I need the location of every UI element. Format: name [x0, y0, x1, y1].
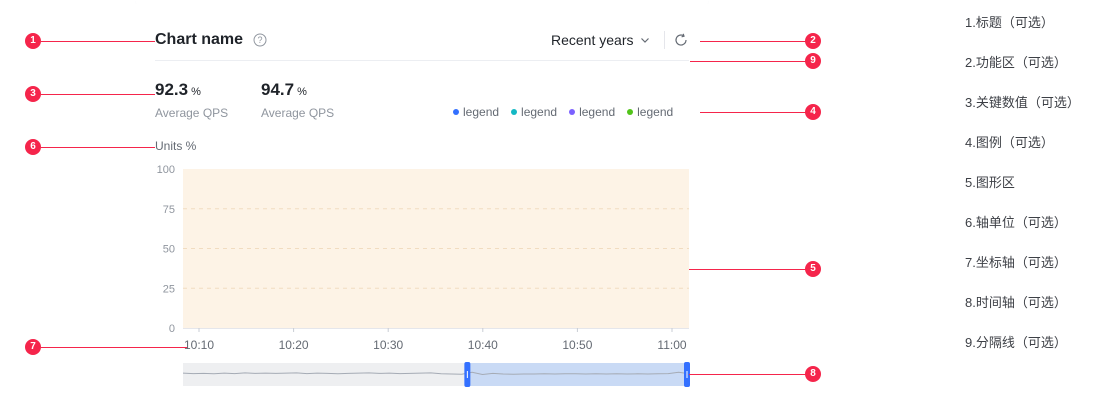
annotation-marker: 6: [25, 139, 41, 155]
annotation-leader-line: [700, 112, 806, 113]
annotation-marker: 5: [805, 261, 821, 277]
x-tick-label: 11:00: [657, 338, 686, 352]
note-item: 3.关键数值（可选）: [965, 95, 1080, 110]
x-tick-label: 10:40: [468, 338, 498, 352]
note-item: 7.坐标轴（可选）: [965, 255, 1067, 270]
annotation-marker: 1: [25, 33, 41, 49]
x-tick-label: 10:10: [184, 338, 214, 352]
annotation-marker: 8: [805, 366, 821, 382]
y-tick-label: 100: [157, 164, 175, 176]
y-tick-label: 50: [163, 244, 175, 256]
y-tick-label: 0: [169, 323, 175, 335]
annotation-marker: 7: [25, 339, 41, 355]
note-item: 2.功能区（可选）: [965, 55, 1067, 70]
annotation-leader-line: [700, 41, 806, 42]
annotation-notes: 1.标题（可选） 2.功能区（可选） 3.关键数值（可选） 4.图例（可选） 5…: [965, 14, 1080, 374]
x-tick-label: 10:30: [373, 338, 403, 352]
x-tick-label: 10:50: [562, 338, 592, 352]
x-tick-label: 10:20: [279, 338, 309, 352]
y-tick-label: 25: [163, 283, 175, 295]
annotation-leader-line: [41, 94, 155, 95]
annotation-marker: 2: [805, 33, 821, 49]
note-item: 8.时间轴（可选）: [965, 295, 1067, 310]
y-tick-label: 75: [163, 204, 175, 216]
annotation-marker: 9: [805, 53, 821, 69]
note-item: 6.轴单位（可选）: [965, 215, 1067, 230]
note-item: 5.图形区: [965, 175, 1015, 190]
annotation-leader-line: [41, 41, 155, 42]
note-item: 9.分隔线（可选）: [965, 335, 1067, 350]
annotation-leader-line: [689, 269, 806, 270]
annotation-leader-line: [689, 374, 806, 375]
annotation-leader-line: [690, 61, 806, 62]
annotation-leader-line: [41, 147, 155, 148]
timeline-selection: [466, 363, 689, 386]
note-item: 1.标题（可选）: [965, 15, 1054, 30]
chart-canvas: 100 75 50 25 0 10:10 10:20 10:30 10:40 10:50 11:00: [157, 164, 690, 387]
annotation-marker: 4: [805, 104, 821, 120]
annotation-leader-line: [41, 347, 187, 348]
note-item: 4.图例（可选）: [965, 135, 1054, 150]
annotation-marker: 3: [25, 86, 41, 102]
